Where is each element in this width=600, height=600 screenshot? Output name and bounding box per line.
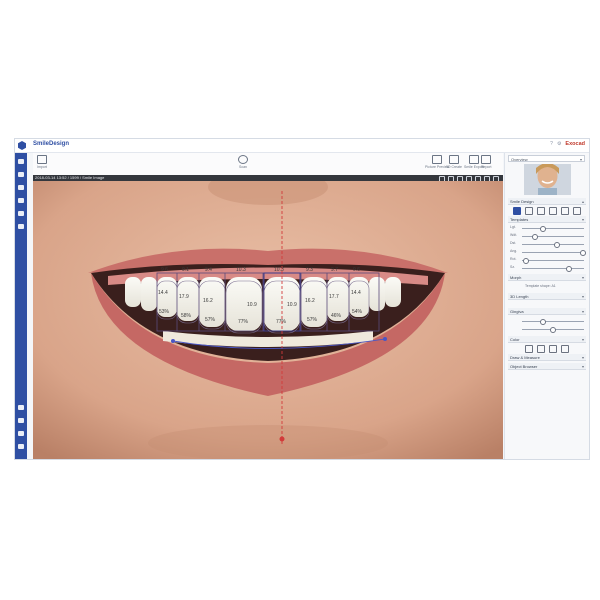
eyedropper-icon[interactable] — [525, 345, 533, 353]
scan-button[interactable]: Scan — [238, 155, 248, 169]
tooth-ratio-label: 77% — [276, 319, 287, 325]
draw-measure-header[interactable]: Draw & Measure ▾ — [508, 354, 586, 361]
color-header[interactable]: Color ▾ — [508, 336, 586, 343]
tooth-ratio-label: 57% — [205, 317, 216, 323]
help-nav-icon[interactable] — [18, 444, 24, 449]
tooth-ratio-label: 53% — [159, 309, 170, 315]
object-browser-header[interactable]: Object Browser ▾ — [508, 363, 586, 370]
image-viewport[interactable]: 9.6 9.1 9.4 10.3 10.3 9.3 9.7 9.6 14.4 1… — [33, 181, 503, 459]
tooth-ratio-label: 46% — [331, 313, 342, 319]
slider-width[interactable]: Wdt. — [510, 233, 586, 240]
left-nav — [15, 153, 27, 459]
light-icon[interactable] — [561, 345, 569, 353]
report-button[interactable]: Report — [481, 155, 492, 169]
slider-rotation[interactable]: Rot. — [510, 257, 586, 264]
tooth — [369, 277, 385, 311]
title-bar: SmileDesign ? ⚙ Exocad — [15, 139, 589, 153]
hand-icon[interactable] — [549, 345, 557, 353]
chevron-up-icon: ▴ — [581, 199, 584, 204]
tooth-width-label: 9.1 — [182, 267, 189, 273]
gingiva-header[interactable]: Gingiva ▾ — [508, 308, 586, 315]
mirror-icon[interactable] — [537, 207, 545, 215]
tooth-length-label: 17.7 — [329, 294, 339, 300]
patient-photo — [524, 164, 571, 195]
info-icon[interactable] — [18, 211, 24, 216]
app-window: SmileDesign ? ⚙ Exocad Import Scan Pictu… — [14, 138, 590, 460]
tooth-length-label: 16.2 — [305, 298, 315, 304]
mail-icon[interactable] — [18, 185, 24, 190]
morph-header[interactable]: Morph ▾ — [508, 274, 586, 281]
settings-icon[interactable] — [18, 431, 24, 436]
library-icon[interactable] — [525, 207, 533, 215]
main-toolbar: Import Scan Picture Preview 3D Create Sm… — [33, 153, 503, 176]
import-icon — [37, 155, 47, 164]
card-icon[interactable] — [18, 172, 24, 177]
tooth-length-label: 17.9 — [179, 294, 189, 300]
tooth-ratio-label: 77% — [238, 319, 249, 325]
smile-design-header[interactable]: Smile Design ▴ — [508, 198, 586, 205]
tooth-length-label: 16.2 — [203, 298, 213, 304]
curve-handle-right — [383, 337, 387, 341]
midline-handle — [279, 436, 285, 442]
tooth — [125, 277, 141, 307]
tooth — [141, 277, 157, 311]
camera-icon[interactable] — [18, 198, 24, 203]
shade-icon[interactable] — [537, 345, 545, 353]
import-button[interactable]: Import — [37, 155, 47, 169]
tooth-ratio-label: 54% — [352, 309, 363, 315]
scan-icon — [238, 155, 248, 164]
create-3d-button[interactable]: 3D Create — [446, 155, 462, 169]
slider-gingiva-1[interactable] — [510, 318, 586, 325]
brush-icon[interactable] — [18, 405, 24, 410]
color-tools — [525, 345, 569, 353]
right-panel: Overview Smile Design▴ Templates▾ Lgt. — [504, 153, 589, 459]
tooth-tool-icon[interactable] — [513, 207, 521, 215]
tooth-ratio-label: 57% — [307, 317, 318, 323]
tooth-length-label: 10.9 — [247, 302, 257, 308]
title-bar-controls: ? ⚙ Exocad — [550, 141, 585, 147]
tooth-width-label: 9.3 — [306, 267, 313, 273]
tooth-width-label: 10.3 — [274, 267, 284, 273]
curve-handle-left — [171, 339, 175, 343]
tooth-width-label: 9.7 — [331, 267, 338, 273]
smile-canvas: 9.6 9.1 9.4 10.3 10.3 9.3 9.7 9.6 14.4 1… — [33, 181, 503, 459]
tooth-width-label: 10.3 — [236, 267, 246, 273]
help-icon[interactable]: ? — [550, 141, 553, 147]
slider-length[interactable]: Lgt. — [510, 225, 586, 232]
app-logo-icon — [18, 141, 26, 150]
brand-logo: Exocad — [565, 141, 585, 147]
patient-icon[interactable] — [18, 159, 24, 164]
tooth-width-label: 9.4 — [205, 267, 212, 273]
lips-icon[interactable] — [549, 207, 557, 215]
report-icon — [481, 155, 492, 164]
tooth-width-label: 9.6 — [161, 267, 168, 273]
tooth-length-label: 14.4 — [158, 290, 168, 296]
view-dropdown[interactable]: Overview — [508, 155, 585, 163]
create-3d-icon — [448, 155, 459, 164]
slider-distance[interactable]: Dst. — [510, 241, 586, 248]
length-header[interactable]: 3D Length ▾ — [508, 293, 586, 300]
tooth-icon[interactable] — [18, 224, 24, 229]
preview-icon — [432, 155, 443, 164]
slider-gingiva-2[interactable] — [510, 326, 586, 333]
export-smile-icon — [468, 155, 479, 164]
tooth-length-label: 10.9 — [287, 302, 297, 308]
tooth-ratio-label: 58% — [181, 313, 192, 319]
gear-icon[interactable]: ⚙ — [557, 141, 561, 147]
slider-size[interactable]: Sz. — [510, 265, 586, 272]
templates-header[interactable]: Templates ▾ — [508, 216, 586, 223]
slider-angle[interactable]: Ang. — [510, 249, 586, 256]
app-title: SmileDesign — [33, 141, 70, 147]
tooth-length-label: 14.4 — [351, 290, 361, 296]
gum-icon[interactable] — [561, 207, 569, 215]
tooth — [385, 277, 401, 307]
face-icon[interactable] — [573, 207, 581, 215]
tooth-width-label: 9.6 — [353, 267, 360, 273]
tool-icons — [513, 207, 581, 215]
shape-icon[interactable] — [18, 418, 24, 423]
template-note: Template shape: A1 — [525, 284, 556, 288]
